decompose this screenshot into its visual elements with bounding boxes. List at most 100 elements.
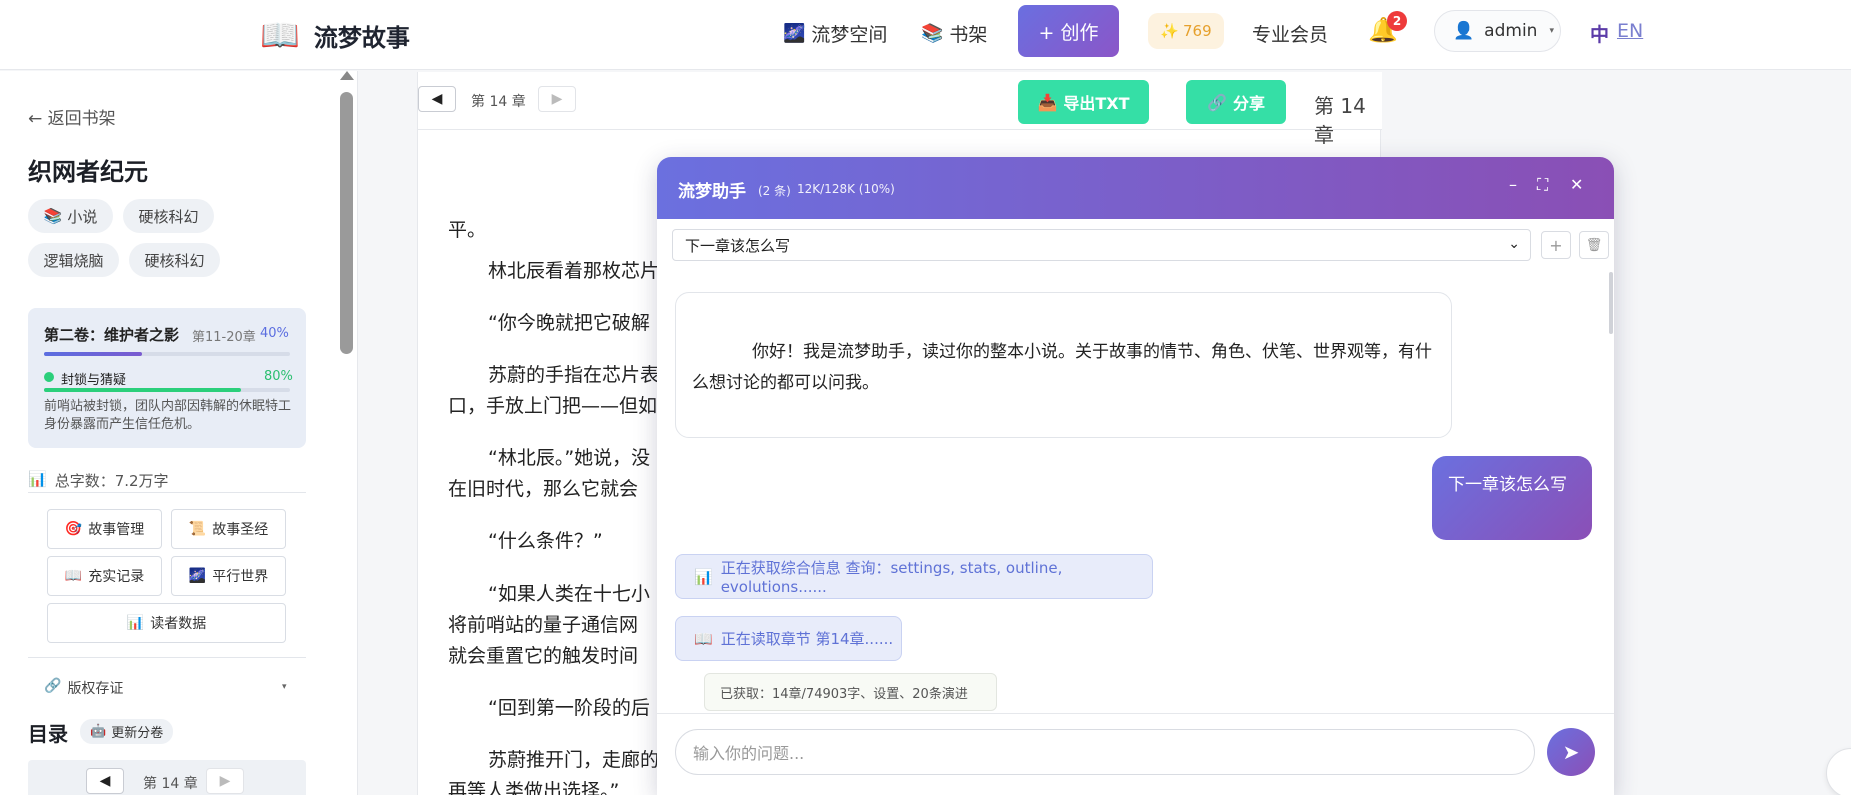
vip-link[interactable]: 专业会员 xyxy=(1252,20,1328,47)
sidebar: ← 返回书架 织网者纪元 📚 小说 硬核科幻 逻辑烧脑 硬核科幻 第二卷：维护者… xyxy=(0,71,358,795)
copyright-label: 版权存证 xyxy=(67,681,124,697)
button-label: 更新分卷 xyxy=(111,726,164,741)
send-button[interactable]: ➤ xyxy=(1547,728,1595,776)
chapter-label: 第 14 章 xyxy=(471,94,526,110)
delete-conversation-button[interactable]: 🗑 xyxy=(1579,231,1609,259)
language-switch: 中 EN xyxy=(1590,20,1643,47)
user-name: admin xyxy=(1484,21,1538,41)
reader-data-button[interactable]: 📊 读者数据 xyxy=(47,603,286,643)
new-conversation-button[interactable]: + xyxy=(1541,231,1571,259)
tag-hard-scifi[interactable]: 硬核科幻 xyxy=(123,199,214,233)
story-management-button[interactable]: 🎯 故事管理 xyxy=(47,509,162,549)
share-button[interactable]: 🔗 分享 xyxy=(1186,80,1286,124)
nav-link-label: 流梦空间 xyxy=(811,24,888,46)
galaxy-icon: 🌌 xyxy=(188,568,207,584)
arc-progress-bar xyxy=(44,388,290,392)
tag-label: 硬核科幻 xyxy=(138,207,199,226)
tag-novel[interactable]: 📚 小说 xyxy=(28,199,113,233)
parallel-world-button[interactable]: 🌌 平行世界 xyxy=(171,556,286,596)
tag-logic[interactable]: 逻辑烧脑 xyxy=(28,243,119,277)
link-icon: 🔗 xyxy=(1207,92,1227,112)
chat-header[interactable]: 流梦助手 (2 条) 12K/128K (10%) – ⛶ ✕ xyxy=(657,157,1614,219)
arc-progress-pct: 80% xyxy=(264,369,293,384)
story-bible-button[interactable]: 📜 故事圣经 xyxy=(171,509,286,549)
button-label: 平行世界 xyxy=(212,569,269,585)
volume-title: 第二卷：维护者之影 xyxy=(44,326,180,344)
volume-progress-pct: 40% xyxy=(260,326,289,341)
enrich-records-button[interactable]: 📖 充实记录 xyxy=(47,556,162,596)
volume-progress-fill xyxy=(44,352,143,356)
tool-result: 已获取：14章/74903字、设置、20条演进 xyxy=(704,673,997,711)
reader-toolbar: ◀ 第 14 章 ▶ 📥 导出TXT 🔗 分享 第 14 章 xyxy=(418,72,1382,147)
back-to-shelf-link[interactable]: ← 返回书架 xyxy=(28,104,116,129)
button-label: 充实记录 xyxy=(88,569,145,585)
chat-scrollbar[interactable] xyxy=(1609,272,1613,334)
next-chapter-button[interactable]: ▶ xyxy=(538,86,576,112)
arc-progress-fill xyxy=(44,388,241,392)
assistant-chat-panel: 流梦助手 (2 条) 12K/128K (10%) – ⛶ ✕ 下一章该怎么写 … xyxy=(657,157,1614,795)
toc-prev-button[interactable]: ◀ xyxy=(86,768,124,794)
close-icon[interactable]: ✕ xyxy=(1570,175,1583,194)
top-nav: 📖 流梦故事 🌌 流梦空间 📚 书架 + 创作 ✨ 769 专业会员 🔔 2 👤… xyxy=(0,0,1851,70)
create-button[interactable]: + 创作 xyxy=(1018,5,1119,57)
tool-call-read-chapter: 📖 正在读取章节 第14章...... xyxy=(675,616,902,661)
scroll-up-arrow[interactable] xyxy=(340,71,354,80)
context-usage: 12K/128K (10%) xyxy=(797,182,895,196)
nav-link-dream-space[interactable]: 🌌 流梦空间 xyxy=(783,20,887,47)
toc-title: 目录 xyxy=(28,722,68,746)
tag-hard-scifi-2[interactable]: 硬核科幻 xyxy=(129,243,220,277)
toc-next-button[interactable]: ▶ xyxy=(206,768,244,794)
points-badge[interactable]: ✨ 769 xyxy=(1148,13,1224,49)
minimize-icon[interactable]: – xyxy=(1509,175,1517,194)
update-volumes-button[interactable]: 🤖 更新分卷 xyxy=(80,719,174,744)
points-value: 769 xyxy=(1183,22,1212,40)
user-message: 下一章该怎么写 xyxy=(1432,456,1592,540)
nav-link-bookshelf[interactable]: 📚 书架 xyxy=(921,20,987,47)
book-icon: 📖 xyxy=(64,568,83,584)
toc-chapter-label: 第 14 章 xyxy=(143,776,198,792)
brand-logo[interactable]: 📖 流梦故事 xyxy=(260,17,410,53)
galaxy-icon: 🌌 xyxy=(783,23,806,44)
volume-card[interactable]: 第二卷：维护者之影 第11-20章 40% 封锁与猜疑 80% 前哨站被封锁，团… xyxy=(28,308,306,448)
link-icon: 🔗 xyxy=(44,678,62,694)
conversation-select[interactable]: 下一章该怎么写 ⌄ xyxy=(672,229,1531,261)
tag-label: 小说 xyxy=(67,207,98,226)
target-icon: 🎯 xyxy=(64,521,83,537)
user-menu[interactable]: 👤 admin ▾ xyxy=(1434,10,1561,52)
robot-icon: 🤖 xyxy=(90,724,107,739)
chevron-down-icon: ▾ xyxy=(1549,26,1554,36)
chart-icon: 📊 xyxy=(126,615,145,631)
sparkle-icon: ✨ xyxy=(1160,22,1180,40)
chevron-down-icon: ⌄ xyxy=(1508,236,1520,252)
chart-icon: 📊 xyxy=(694,567,713,586)
divider xyxy=(28,492,306,493)
download-icon: 📥 xyxy=(1037,92,1058,112)
assistant-message: 你好！我是流梦助手，读过你的整本小说。关于故事的情节、角色、伏笔、世界观等，有什… xyxy=(675,292,1452,438)
floating-chat-button[interactable] xyxy=(1826,748,1851,795)
copyright-toggle[interactable]: 🔗 版权存证 ▾ xyxy=(44,678,294,698)
books-icon: 📚 xyxy=(921,23,944,44)
sidebar-scrollbar[interactable] xyxy=(340,92,353,354)
word-count: 📊 总字数：7.2万字 xyxy=(28,470,169,491)
arc-description: 前哨站被封锁，团队内部因韩解的休眠特工身份暴露而产生信任危机。 xyxy=(44,399,292,432)
book-title: 织网者纪元 xyxy=(28,158,148,186)
brand-name: 流梦故事 xyxy=(313,23,410,52)
button-label: 故事管理 xyxy=(88,522,145,538)
chat-input[interactable]: 输入你的问题... xyxy=(675,729,1535,775)
toc-chapter-nav: ◀ 第 14 章 ▶ xyxy=(28,760,306,795)
selected-conversation: 下一章该怎么写 xyxy=(685,236,791,255)
button-label: 分享 xyxy=(1232,94,1265,113)
word-count-text: 总字数：7.2万字 xyxy=(54,472,169,490)
message-count: (2 条) xyxy=(758,184,791,198)
expand-icon[interactable]: ⛶ xyxy=(1537,175,1548,195)
volume-range: 第11-20章 xyxy=(192,330,256,345)
user-icon: 👤 xyxy=(1453,21,1475,41)
lang-zh[interactable]: 中 xyxy=(1590,20,1609,47)
book-logo-icon: 📖 xyxy=(260,16,300,54)
tool-call-text: 正在获取综合信息 查询：settings, stats, outline, ev… xyxy=(720,559,1063,596)
export-txt-button[interactable]: 📥 导出TXT xyxy=(1018,80,1149,124)
chevron-down-icon: ▾ xyxy=(282,682,287,692)
divider xyxy=(28,657,306,658)
lang-en[interactable]: EN xyxy=(1617,20,1643,47)
prev-chapter-button[interactable]: ◀ xyxy=(418,86,456,112)
